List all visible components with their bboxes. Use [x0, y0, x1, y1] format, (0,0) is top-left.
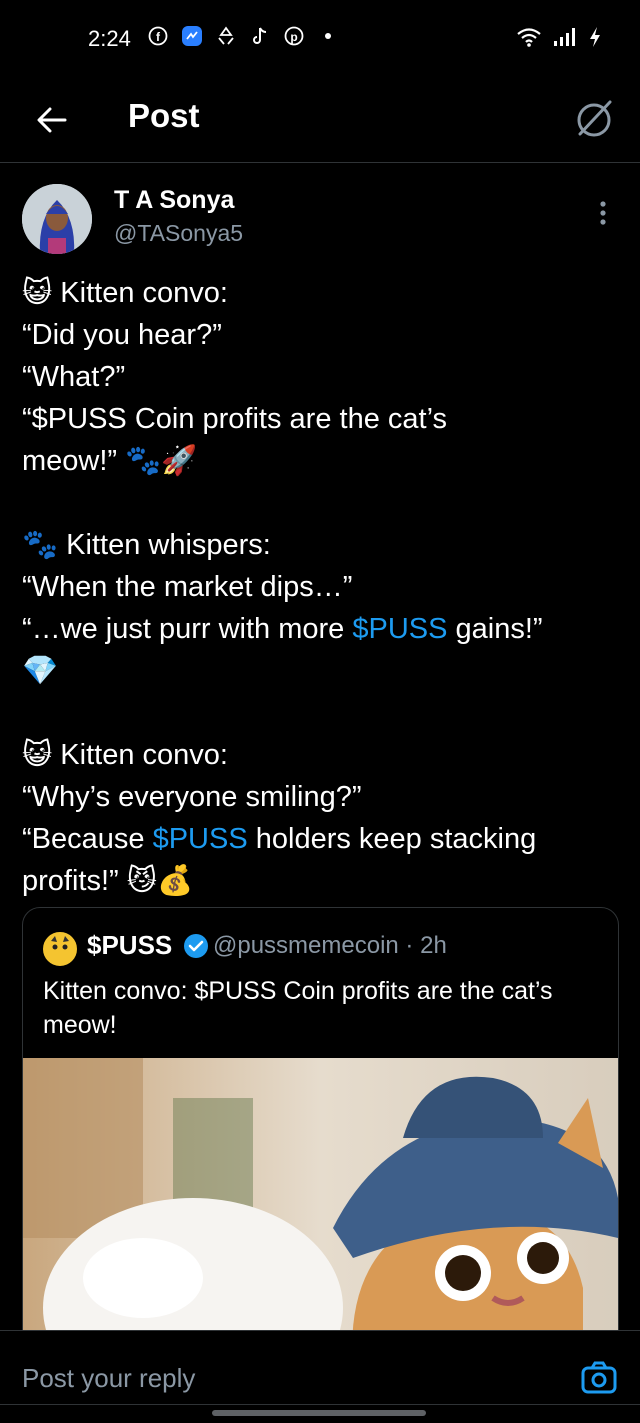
text-line: meow!” 🐾🚀	[22, 445, 198, 477]
text-line: profits!” 😼💰	[22, 865, 194, 897]
author-name[interactable]: T A Sonya	[114, 186, 234, 215]
grok-button[interactable]	[570, 94, 618, 142]
quoted-image[interactable]	[23, 1058, 618, 1368]
recycle-icon	[214, 24, 238, 48]
text-line: 😺 Kitten convo:	[22, 739, 228, 771]
text-line: “Did you hear?”	[22, 319, 222, 351]
camera-button[interactable]	[580, 1359, 618, 1397]
reply-input[interactable]: Post your reply	[22, 1363, 195, 1394]
post-text: 😺 Kitten convo: “Did you hear?” “What?” …	[22, 272, 622, 944]
system-icons	[516, 26, 602, 53]
text-line: “Why’s everyone smiling?”	[22, 781, 362, 813]
cashtag-link[interactable]: $PUSS	[153, 823, 248, 855]
page-title: Post	[128, 97, 200, 134]
notification-icons: f p	[146, 24, 340, 48]
more-vertical-icon	[600, 201, 606, 225]
back-button[interactable]	[28, 96, 76, 144]
text-line: 😺 Kitten convo:	[22, 277, 228, 309]
text-line: 💎	[22, 655, 59, 687]
text-line: “$PUSS Coin profits are the cat’s	[22, 403, 447, 435]
quoted-post[interactable]: $PUSS @pussmemecoin · 2h Kitten convo: $…	[22, 907, 619, 1369]
cashtag-link[interactable]: $PUSS	[352, 613, 447, 645]
post-paragraph: 😺 Kitten convo: “Did you hear?” “What?” …	[22, 272, 622, 482]
divider	[0, 1404, 640, 1405]
svg-text:f: f	[156, 30, 161, 44]
home-indicator[interactable]	[212, 1410, 426, 1416]
text-line: “…we just purr with more $PUSS gains!”	[22, 608, 622, 650]
text-line: 🐾 Kitten whispers:	[22, 529, 271, 561]
charging-icon	[588, 26, 602, 53]
camera-icon	[581, 1361, 617, 1394]
text-line: “What?”	[22, 361, 126, 393]
svg-text:p: p	[290, 30, 297, 44]
text-fragment: holders keep stacking	[247, 823, 537, 855]
post-paragraph: 🐾 Kitten whispers: “When the market dips…	[22, 524, 622, 692]
facebook-icon: f	[146, 24, 170, 48]
dot-icon	[316, 24, 340, 48]
author-handle[interactable]: @TASonya5	[114, 220, 243, 247]
top-bar: Post	[0, 80, 640, 163]
status-bar: 2:24 f p	[0, 0, 640, 80]
text-line: “When the market dips…”	[22, 571, 353, 603]
status-time: 2:24	[88, 26, 131, 51]
quoted-text: Kitten convo: $PUSS Coin profits are the…	[43, 977, 553, 1039]
quoted-author-handle: @pussmemecoin · 2h	[213, 932, 447, 959]
quoted-avatar	[41, 930, 79, 968]
post-paragraph: 😺 Kitten convo: “Why’s everyone smiling?…	[22, 734, 622, 902]
verified-badge-icon	[183, 933, 209, 959]
text-fragment: “Because	[22, 823, 153, 855]
messenger-icon	[180, 24, 204, 48]
pinterest-icon: p	[282, 24, 306, 48]
arrow-left-icon	[37, 107, 67, 133]
avatar[interactable]	[22, 184, 92, 254]
signal-icon	[552, 27, 578, 52]
text-fragment: gains!”	[447, 613, 543, 645]
wifi-icon	[516, 26, 542, 53]
more-options-button[interactable]	[588, 198, 618, 228]
text-line: “Because $PUSS holders keep stacking	[22, 818, 622, 860]
grok-icon	[577, 100, 612, 137]
text-fragment: “…we just purr with more	[22, 613, 353, 645]
tiktok-icon	[248, 24, 272, 48]
quoted-author-name: $PUSS	[87, 930, 173, 960]
